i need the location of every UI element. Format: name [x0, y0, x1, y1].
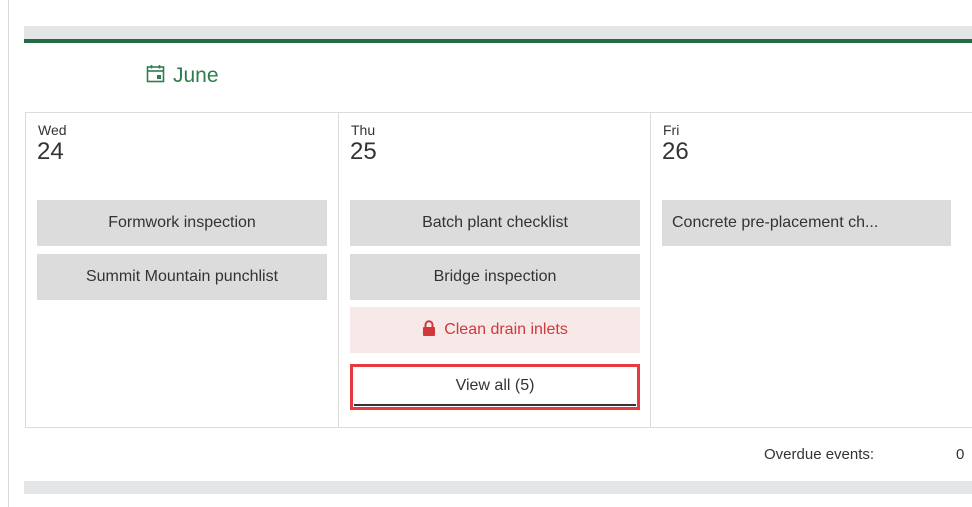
- lock-icon: [422, 319, 436, 341]
- calendar-icon: [146, 64, 165, 88]
- overdue-events-label: Overdue events:: [764, 446, 875, 463]
- event-summit-mountain-punchlist[interactable]: Summit Mountain punchlist: [37, 254, 327, 300]
- event-label: Clean drain inlets: [444, 321, 568, 338]
- event-bridge-inspection[interactable]: Bridge inspection: [350, 254, 640, 300]
- overdue-events-count: 0: [956, 446, 965, 463]
- day-number: 25: [350, 138, 377, 165]
- accent-bar: [24, 39, 972, 43]
- calendar-week-grid: Wed 24 Formwork inspection Summit Mounta…: [25, 112, 972, 428]
- frame-border: [8, 0, 9, 507]
- month-header: June: [146, 62, 219, 90]
- event-formwork-inspection[interactable]: Formwork inspection: [37, 200, 327, 246]
- top-bar: [24, 26, 972, 39]
- day-of-week: Fri: [663, 122, 680, 138]
- day-of-week: Thu: [351, 122, 376, 138]
- event-clean-drain-inlets[interactable]: Clean drain inlets: [350, 307, 640, 353]
- day-number: 24: [37, 138, 64, 165]
- month-title: June: [173, 64, 219, 87]
- event-batch-plant-checklist[interactable]: Batch plant checklist: [350, 200, 640, 246]
- day-column-wed: Wed 24 Formwork inspection Summit Mounta…: [26, 113, 339, 427]
- day-column-thu: Thu 25 Batch plant checklist Bridge insp…: [339, 113, 651, 427]
- day-of-week: Wed: [38, 122, 67, 138]
- view-all-label: View all (5): [354, 368, 636, 406]
- event-concrete-pre-placement[interactable]: Concrete pre-placement ch...: [662, 200, 951, 246]
- bottom-bar: [24, 481, 972, 494]
- view-all-button[interactable]: View all (5): [350, 364, 640, 410]
- day-number: 26: [662, 138, 689, 165]
- day-column-fri: Fri 26 Concrete pre-placement ch...: [651, 113, 972, 427]
